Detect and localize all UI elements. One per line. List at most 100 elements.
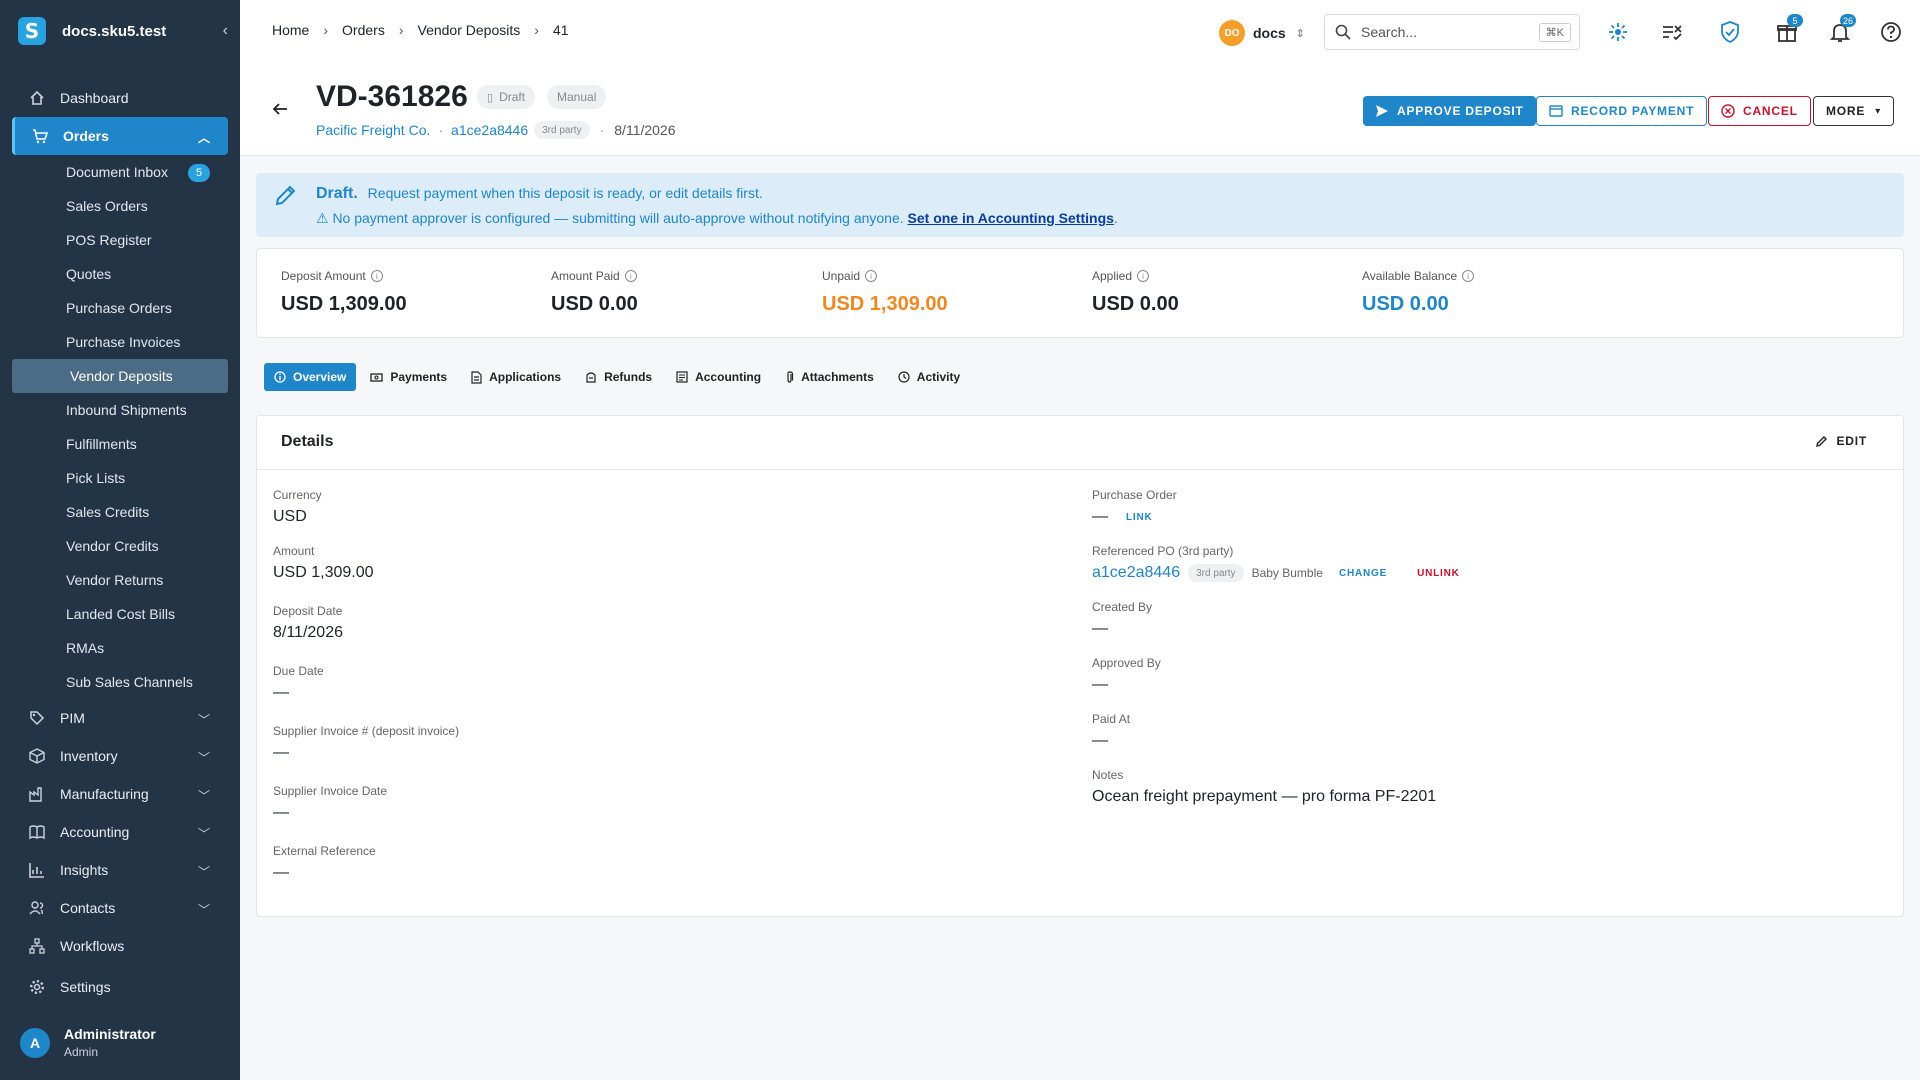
sidebar-item-settings[interactable]: Settings xyxy=(0,968,240,1006)
shield-icon[interactable] xyxy=(1718,20,1742,44)
info-icon[interactable]: i xyxy=(370,270,383,282)
chevron-down-icon: ﹀ xyxy=(197,789,210,803)
chevron-down-icon: ﹀ xyxy=(197,827,210,841)
breadcrumb-orders[interactable]: Orders xyxy=(342,22,385,38)
cancel-button[interactable]: CANCEL xyxy=(1708,96,1811,126)
tab-applications[interactable]: Applications xyxy=(461,363,571,391)
edit-button[interactable]: EDIT xyxy=(1816,434,1867,448)
breadcrumb-home[interactable]: Home xyxy=(272,22,309,38)
referenced-po-link[interactable]: a1ce2a8446 xyxy=(1092,564,1180,582)
sidebar-item-sales-credits[interactable]: Sales Credits xyxy=(0,495,240,529)
sidebar-item-label: Workflows xyxy=(60,938,125,954)
unlink-po-button[interactable]: UNLINK xyxy=(1417,568,1460,579)
stat-value: USD 0.00 xyxy=(1362,293,1449,315)
tasks-icon[interactable] xyxy=(1660,20,1684,44)
sidebar-item-fulfillments[interactable]: Fulfillments xyxy=(0,427,240,461)
gift-icon[interactable]: 5 xyxy=(1775,14,1803,44)
history-icon xyxy=(898,371,910,383)
box-icon xyxy=(28,747,46,765)
top-bar: Home › Orders › Vendor Deposits › 41 DO … xyxy=(240,0,1920,64)
sidebar-item-document-inbox[interactable]: Document Inbox 5 xyxy=(0,155,240,189)
tab-refunds[interactable]: Refunds xyxy=(575,363,662,391)
sidebar-item-pick-lists[interactable]: Pick Lists xyxy=(0,461,240,495)
po-ref-link[interactable]: a1ce2a8446 xyxy=(451,122,528,138)
chevron-down-icon: ﹀ xyxy=(197,751,210,765)
collapse-sidebar-icon[interactable]: ‹ xyxy=(223,22,228,40)
sidebar-item-purchase-orders[interactable]: Purchase Orders xyxy=(0,291,240,325)
record-payment-button[interactable]: RECORD PAYMENT xyxy=(1536,96,1708,126)
sidebar-item-label: PIM xyxy=(60,710,85,726)
gear-icon xyxy=(28,978,46,996)
sidebar-item-purchase-invoices[interactable]: Purchase Invoices xyxy=(0,325,240,359)
sidebar-item-dashboard[interactable]: Dashboard xyxy=(0,79,240,117)
sidebar-item-quotes[interactable]: Quotes xyxy=(0,257,240,291)
info-icon[interactable]: i xyxy=(624,270,637,282)
ai-sparkle-icon[interactable] xyxy=(1606,20,1630,44)
chevron-down-icon: ﹀ xyxy=(197,713,210,727)
book-icon xyxy=(28,823,46,841)
sidebar-item-vendor-credits[interactable]: Vendor Credits xyxy=(0,529,240,563)
brand-name: docs.sku5.test xyxy=(62,22,167,40)
brand[interactable]: S docs.sku5.test ‹ xyxy=(18,16,228,46)
sidebar-item-label: Manufacturing xyxy=(60,786,149,802)
home-icon xyxy=(28,89,46,107)
back-arrow-icon[interactable] xyxy=(272,101,288,122)
change-po-button[interactable]: CHANGE xyxy=(1339,568,1387,579)
sidebar-item-landed-cost-bills[interactable]: Landed Cost Bills xyxy=(0,597,240,631)
brand-logo: S xyxy=(18,17,46,45)
separator-dot: · xyxy=(599,122,605,138)
sidebar-item-workflows[interactable]: Workflows xyxy=(0,927,240,965)
notifications-badge: 26 xyxy=(1840,14,1857,27)
sidebar-item-inventory[interactable]: Inventory ﹀ xyxy=(0,737,240,775)
org-switcher[interactable]: DO docs ⇕ xyxy=(1219,20,1305,46)
field-created-by: Created By — xyxy=(1092,600,1153,637)
tab-overview[interactable]: Overview xyxy=(264,363,357,391)
chevron-down-icon: ﹀ xyxy=(197,903,210,917)
user-name: Administrator xyxy=(64,1026,156,1042)
banner-title: Draft. xyxy=(316,185,358,202)
approve-deposit-button[interactable]: APPROVE DEPOSIT xyxy=(1363,96,1536,126)
sidebar-item-pos-register[interactable]: POS Register xyxy=(0,223,240,257)
sidebar-item-pim[interactable]: PIM ﹀ xyxy=(0,699,240,737)
field-notes: Notes Ocean freight prepayment — pro for… xyxy=(1092,768,1437,805)
tab-activity[interactable]: Activity xyxy=(888,363,970,391)
info-icon[interactable]: i xyxy=(1462,270,1475,282)
tab-attachments[interactable]: Attachments xyxy=(775,363,884,391)
pencil-icon xyxy=(274,183,298,212)
sidebar-item-sub-sales-channels[interactable]: Sub Sales Channels xyxy=(0,665,240,699)
info-icon[interactable]: i xyxy=(1137,270,1150,282)
tab-accounting[interactable]: Accounting xyxy=(666,363,771,391)
sidebar-item-inbound-shipments[interactable]: Inbound Shipments xyxy=(0,393,240,427)
sidebar-item-insights[interactable]: Insights ﹀ xyxy=(0,851,240,889)
deposit-summary: Deposit Amount i USD 1,309.00 Amount Paid… xyxy=(256,248,1904,338)
tab-bar: Overview Payments Applications Refunds A… xyxy=(264,363,974,391)
breadcrumb-vendor-deposits[interactable]: Vendor Deposits xyxy=(418,22,521,38)
sidebar-item-contacts[interactable]: Contacts ﹀ xyxy=(0,889,240,927)
sidebar-item-label: Settings xyxy=(60,979,111,995)
search-input[interactable]: Search... ⌘K xyxy=(1324,14,1580,50)
cash-icon xyxy=(370,372,384,383)
more-button[interactable]: MORE ▾ xyxy=(1813,96,1895,126)
sidebar-item-orders[interactable]: Orders ︿ xyxy=(12,117,228,155)
sidebar-item-vendor-returns[interactable]: Vendor Returns xyxy=(0,563,240,597)
banner-warning: ⚠ No payment approver is configured — su… xyxy=(316,210,1118,226)
link-po-button[interactable]: LINK xyxy=(1126,512,1153,523)
sidebar-item-manufacturing[interactable]: Manufacturing ﹀ xyxy=(0,775,240,813)
sidebar-item-sales-orders[interactable]: Sales Orders xyxy=(0,189,240,223)
sidebar-nav: Dashboard Orders ︿ Document Inbox 5 Sale… xyxy=(0,79,240,1006)
stat-value: USD 0.00 xyxy=(1092,293,1179,315)
sidebar-item-vendor-deposits[interactable]: Vendor Deposits xyxy=(12,359,228,393)
stat-available-balance: Available Balance i USD 0.00 xyxy=(1362,269,1475,316)
user-profile[interactable]: A Administrator Admin xyxy=(20,1026,156,1059)
sidebar-item-rmas[interactable]: RMAs xyxy=(0,631,240,665)
banner-message: Draft. Request payment when this deposit… xyxy=(316,185,763,202)
field-referenced-po: Referenced PO (3rd party) a1ce2a8446 3rd… xyxy=(1092,544,1460,582)
bell-icon[interactable]: 26 xyxy=(1828,14,1857,44)
info-icon[interactable]: i xyxy=(865,270,878,282)
sidebar-item-accounting[interactable]: Accounting ﹀ xyxy=(0,813,240,851)
tab-payments[interactable]: Payments xyxy=(360,363,457,391)
accounting-settings-link[interactable]: Set one in Accounting Settings xyxy=(908,210,1114,226)
header-meta: Pacific Freight Co. · a1ce2a8446 3rd par… xyxy=(316,121,676,139)
vendor-link[interactable]: Pacific Freight Co. xyxy=(316,122,430,138)
help-icon[interactable] xyxy=(1879,20,1903,44)
